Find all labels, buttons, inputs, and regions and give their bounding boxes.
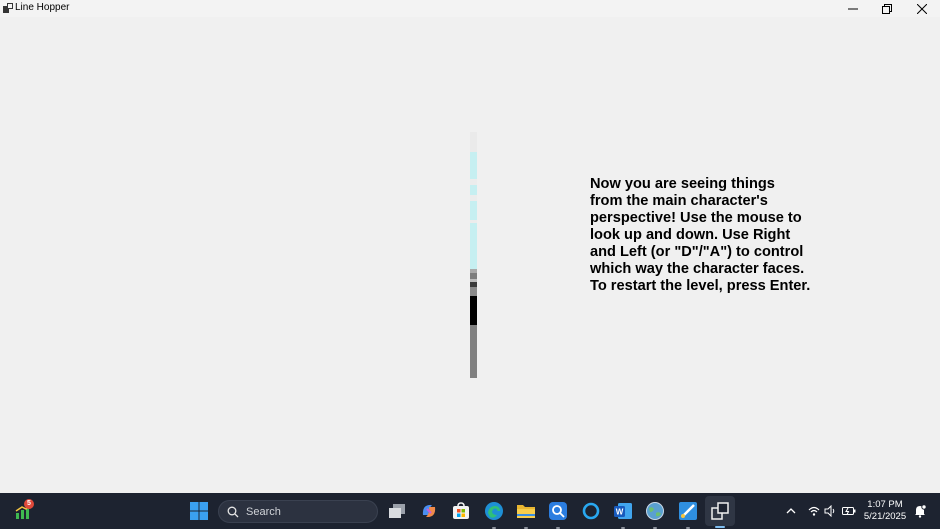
view-slice	[470, 223, 477, 269]
edge-browser-button[interactable]	[482, 499, 506, 523]
copilot-icon	[422, 505, 436, 517]
minimize-button[interactable]	[836, 0, 870, 17]
restore-icon	[882, 3, 892, 14]
title-bar[interactable]: Line Hopper	[0, 0, 940, 17]
search-input[interactable]: Search	[218, 500, 378, 523]
line-hopper-app-icon	[711, 502, 729, 520]
view-slice	[470, 296, 477, 325]
show-hidden-icons-button[interactable]	[779, 499, 803, 523]
active-indicator	[715, 526, 725, 528]
copilot-button[interactable]	[417, 499, 441, 523]
line-hopper-taskbar-button[interactable]	[708, 499, 732, 523]
snipping-tool-icon	[549, 502, 567, 520]
word-icon: W	[614, 503, 632, 519]
view-slice	[470, 325, 477, 378]
chevron-up-icon	[786, 508, 796, 514]
app-icon	[3, 3, 13, 13]
speaker-icon	[824, 505, 835, 517]
window-title: Line Hopper	[15, 2, 70, 13]
close-icon	[917, 3, 927, 14]
view-slice	[470, 201, 477, 220]
file-explorer-button[interactable]	[514, 499, 538, 523]
view-slice	[470, 132, 477, 152]
view-slice	[470, 287, 477, 296]
microsoft-store-button[interactable]	[449, 499, 473, 523]
task-view-button[interactable]	[385, 499, 409, 523]
edge-icon	[485, 502, 503, 520]
start-button[interactable]	[187, 499, 211, 523]
svg-text:W: W	[616, 508, 624, 517]
globe-app-button[interactable]	[643, 499, 667, 523]
store-icon	[453, 502, 469, 519]
cortana-button[interactable]	[579, 499, 603, 523]
instructions-text: Now you are seeing things from the main …	[590, 176, 811, 294]
view-slice	[470, 152, 477, 179]
battery-status[interactable]	[837, 499, 861, 523]
search-placeholder: Search	[246, 506, 281, 518]
taskbar: 5 Search W 1:07 PM 5/21/2025	[0, 493, 940, 529]
clock-time: 1:07 PM	[867, 499, 903, 510]
notification-badge: 5	[24, 499, 34, 509]
search-icon	[227, 506, 239, 518]
view-slice	[470, 185, 477, 195]
game-canvas[interactable]: Now you are seeing things from the main …	[0, 17, 940, 493]
paint-icon	[679, 502, 697, 520]
close-button[interactable]	[905, 0, 939, 17]
windows-logo-icon	[190, 502, 208, 520]
cortana-icon	[582, 502, 600, 520]
battery-charging-icon	[842, 507, 856, 515]
word-button[interactable]: W	[611, 499, 635, 523]
restore-button[interactable]	[870, 0, 904, 17]
task-view-icon	[389, 504, 405, 518]
notification-center-button[interactable]	[908, 499, 932, 523]
paint-button[interactable]	[676, 499, 700, 523]
system-clock[interactable]: 1:07 PM 5/21/2025	[860, 499, 910, 523]
folder-icon	[517, 505, 535, 518]
clock-date: 5/21/2025	[863, 511, 907, 522]
globe-icon	[646, 502, 664, 520]
minimize-icon	[848, 8, 858, 9]
bell-icon	[915, 504, 927, 518]
screen-capture-button[interactable]	[546, 499, 570, 523]
